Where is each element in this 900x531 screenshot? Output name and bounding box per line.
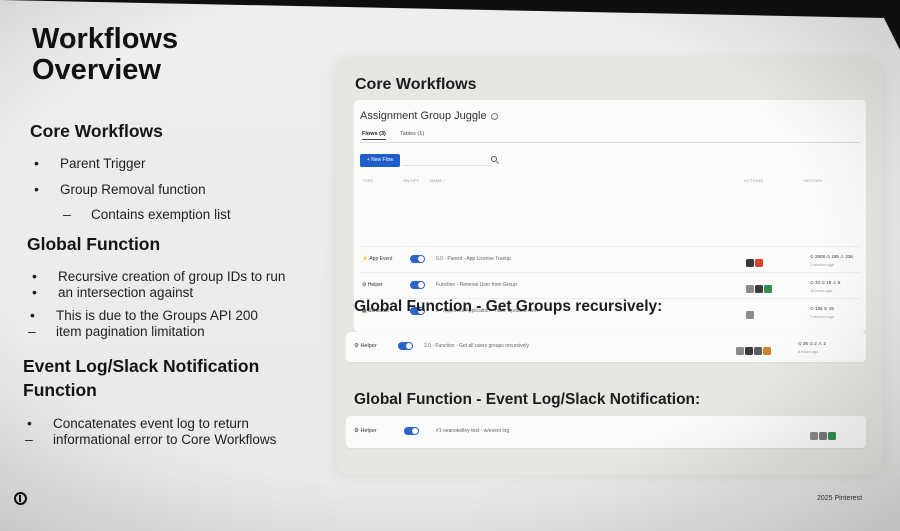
flow-toggle[interactable] <box>398 342 413 350</box>
action-icon[interactable] <box>754 347 762 355</box>
workflows-panel: Core Workflows Assignment Group Juggle F… <box>336 60 883 475</box>
bullet-concatenates-line1: Concatenates event log to return <box>27 415 249 432</box>
action-icon[interactable] <box>828 432 836 440</box>
bullet-pagination-line1: This is due to the Groups API 200 <box>30 307 258 324</box>
event-log-heading: Global Function - Event Log/Slack Notifi… <box>354 391 701 408</box>
bullet-concatenates-line2: informational error to Core Workflows <box>25 431 276 448</box>
flow-toggle[interactable] <box>410 255 425 263</box>
col-type: Type <box>362 178 374 183</box>
row-type: ⚡ App Event <box>362 256 393 262</box>
bullet-group-removal: Group Removal function <box>34 181 206 198</box>
action-icon[interactable] <box>755 259 763 267</box>
section-heading-eventlog-2: Function <box>23 380 97 400</box>
bullet-pagination-line2: item pagination limitation <box>28 323 205 340</box>
new-flow-button[interactable]: + New Flow <box>360 154 400 167</box>
event-log-row[interactable]: ⚙ Helper #1-seanokelley-test - w/event l… <box>346 416 866 448</box>
section-heading-core: Core Workflows <box>30 121 163 141</box>
row-history: ⊙ 2808 ⊙ 195 ⚠ 236 2 minutes ago <box>810 254 853 267</box>
row-history: ⊙ 34 ⊙ 19 ⚠ 6 12 hours ago <box>810 280 841 293</box>
action-icon[interactable] <box>810 432 818 440</box>
search-input[interactable] <box>402 155 492 166</box>
row-history: ⊙ 36 ⊙ 2 ⚠ 28 hours ago <box>798 341 826 354</box>
action-icon[interactable] <box>755 285 763 293</box>
section-heading-eventlog: Event Log/Slack Notification <box>23 356 260 376</box>
search-icon[interactable] <box>491 156 497 162</box>
table-row[interactable]: ⚡ App Event 0.0 - Parent - App License T… <box>360 246 860 272</box>
table-row[interactable]: ⚙ Helper Function - Remove User from Gro… <box>360 272 860 298</box>
col-name[interactable]: Name ↑ <box>430 178 446 183</box>
row-actions <box>736 342 772 360</box>
tab-tables[interactable]: Tables (1) <box>400 131 424 137</box>
row-actions <box>746 280 773 298</box>
action-icon[interactable] <box>764 285 772 293</box>
row-type: ⚙ Helper <box>354 343 377 349</box>
bullet-parent-trigger: Parent Trigger <box>34 155 145 172</box>
row-name[interactable]: Function - Remove User from Group <box>436 282 517 288</box>
row-name[interactable]: #1-seanokelley-test - w/event log <box>436 428 509 434</box>
flows-card-title: Assignment Group Juggle <box>360 110 498 122</box>
col-actions: Actions <box>744 178 764 183</box>
action-icon[interactable] <box>746 285 754 293</box>
row-name[interactable]: 2.0 - Function - Get all users groups re… <box>424 343 529 349</box>
col-onoff: On/Off <box>403 178 420 183</box>
row-actions <box>810 427 837 445</box>
row-type: ⚙ Helper <box>354 428 377 434</box>
action-icon[interactable] <box>746 259 754 267</box>
row-actions <box>746 306 755 324</box>
row-name[interactable]: 0.0 - Parent - App License Trueup <box>436 256 511 262</box>
bullet-recursive-line1: Recursive creation of group IDs to run <box>32 268 285 285</box>
action-icon[interactable] <box>763 347 771 355</box>
global-function-row[interactable]: ⚙ Helper 2.0 - Function - Get all users … <box>346 332 866 362</box>
info-icon[interactable] <box>490 112 498 120</box>
flow-toggle[interactable] <box>410 281 425 289</box>
row-history: ⊙ 136 ⊙ 15 7 minutes ago <box>810 306 834 319</box>
action-icon[interactable] <box>746 311 754 319</box>
action-icon[interactable] <box>819 432 827 440</box>
action-icon[interactable] <box>745 347 753 355</box>
action-icon[interactable] <box>736 347 744 355</box>
footer-brand: 2025 Pinterest <box>817 495 863 502</box>
col-history: History <box>804 178 824 183</box>
row-type: ⚙ Helper <box>362 282 383 288</box>
tab-flows[interactable]: Flows (3) <box>362 131 386 140</box>
row-actions <box>746 254 764 272</box>
global-function-heading: Global Function - Get Groups recursively… <box>354 298 663 315</box>
sub-bullet-exemption: Contains exemption list <box>63 206 230 223</box>
title-line-1: Workflows <box>32 23 179 55</box>
slide-title: Workflows Overview <box>32 24 178 86</box>
bullet-recursive-line2: an intersection against <box>32 284 193 301</box>
flow-toggle[interactable] <box>404 427 419 435</box>
title-line-2: Overview <box>32 54 161 86</box>
pinterest-logo-icon <box>14 492 27 505</box>
slide: Workflows Overview Core Workflows Parent… <box>0 0 900 531</box>
core-workflows-heading: Core Workflows <box>355 76 477 93</box>
tab-divider <box>360 142 860 143</box>
section-heading-global: Global Function <box>27 234 161 254</box>
